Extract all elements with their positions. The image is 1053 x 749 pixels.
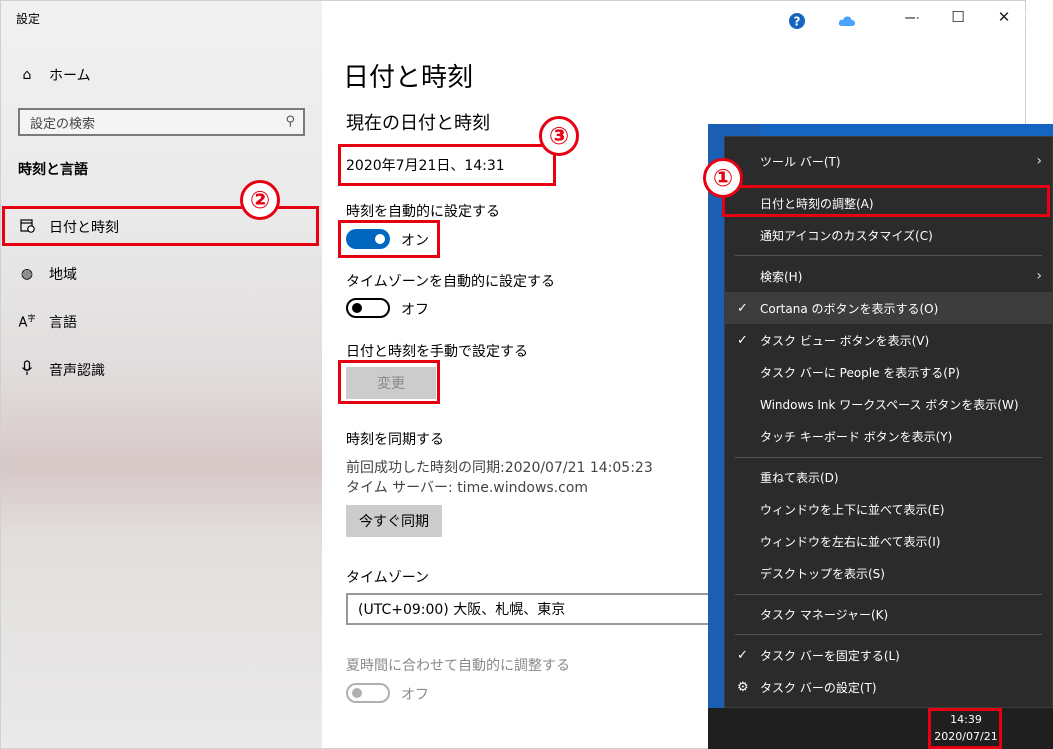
- chevron-right-icon: ›: [1036, 268, 1042, 284]
- menu-item-cortana[interactable]: ✓ Cortana のボタンを表示する(O): [725, 292, 1052, 324]
- auto-tz-toggle[interactable]: [346, 298, 390, 318]
- help-icon[interactable]: ?: [786, 0, 808, 41]
- taskbar-context-menu: ツール バー(T) › 日付と時刻の調整(A) 通知アイコンのカスタマイズ(C) …: [724, 136, 1053, 708]
- highlight-auto-time: [338, 220, 440, 258]
- gear-icon: ⚙: [737, 679, 749, 695]
- timezone-value: (UTC+09:00) 大阪、札幌、東京: [358, 602, 566, 618]
- dst-toggle[interactable]: [346, 683, 390, 703]
- search-placeholder: 設定の検索: [30, 116, 96, 132]
- language-icon: A字: [18, 314, 36, 331]
- chevron-up-icon[interactable]: ⌃: [818, 0, 830, 41]
- sidebar-item-language[interactable]: A字 言語: [1, 302, 322, 342]
- menu-item-task-manager[interactable]: タスク マネージャー(K): [725, 598, 1052, 630]
- section-heading: 時刻と言語: [18, 162, 88, 178]
- menu-item-show-desktop[interactable]: デスクトップを表示(S): [725, 557, 1052, 589]
- annotation-badge-three: ③: [539, 116, 579, 156]
- home-icon: ⌂: [22, 67, 32, 83]
- menu-item-windows-ink[interactable]: Windows Ink ワークスペース ボタンを表示(W): [725, 388, 1052, 420]
- onedrive-icon[interactable]: [838, 0, 856, 41]
- page-title: 日付と時刻: [343, 63, 474, 93]
- dst-state: オフ: [401, 687, 429, 703]
- current-heading: 現在の日付と時刻: [346, 113, 490, 134]
- menu-item-task-view[interactable]: ✓ タスク ビュー ボタンを表示(V): [725, 324, 1052, 356]
- search-input[interactable]: 設定の検索 ⚲: [18, 108, 305, 136]
- menu-item-cascade[interactable]: 重ねて表示(D): [725, 461, 1052, 493]
- svg-text:?: ?: [794, 14, 801, 28]
- volume-muted-icon[interactable]: [886, 0, 902, 41]
- menu-separator: [735, 634, 1042, 635]
- home-label: ホーム: [49, 68, 91, 84]
- check-icon: ✓: [737, 332, 748, 348]
- menu-item-touch-keyboard[interactable]: タッチ キーボード ボタンを表示(Y): [725, 420, 1052, 452]
- ime-indicator[interactable]: A: [912, 0, 924, 41]
- menu-item-lock-taskbar[interactable]: ✓ タスク バーを固定する(L): [725, 639, 1052, 671]
- menu-separator: [735, 594, 1042, 595]
- sidebar-item-label: 言語: [49, 315, 77, 331]
- auto-tz-state: オフ: [401, 302, 429, 318]
- highlight-taskbar-clock: [928, 708, 1002, 749]
- sidebar-item-label: 地域: [49, 267, 77, 283]
- menu-item-taskbar-settings[interactable]: ⚙ タスク バーの設定(T): [725, 671, 1052, 703]
- menu-item-side-by-side[interactable]: ウィンドウを左右に並べて表示(I): [725, 525, 1052, 557]
- auto-tz-label: タイムゾーンを自動的に設定する: [346, 274, 556, 290]
- menu-item-customize-icons[interactable]: 通知アイコンのカスタマイズ(C): [725, 219, 1052, 251]
- auto-time-label: 時刻を自動的に設定する: [346, 204, 500, 220]
- sync-server: タイム サーバー: time.windows.com: [346, 480, 589, 496]
- globe-icon: ◍: [20, 266, 34, 282]
- timezone-select[interactable]: (UTC+09:00) 大阪、札幌、東京: [346, 593, 726, 625]
- check-icon: ✓: [737, 300, 748, 316]
- network-icon[interactable]: [863, 0, 879, 41]
- check-icon: ✓: [737, 647, 748, 663]
- window-title: 設定: [16, 12, 41, 26]
- dst-label: 夏時間に合わせて自動的に調整する: [346, 658, 570, 674]
- sidebar: 設定 ⌂ ホーム 設定の検索 ⚲ 時刻と言語 日付と時刻 ◍ 地域 A字 言語: [1, 1, 322, 748]
- manual-label: 日付と時刻を手動で設定する: [346, 344, 528, 360]
- search-icon: ⚲: [285, 114, 295, 129]
- sync-now-button[interactable]: 今すぐ同期: [346, 505, 442, 537]
- menu-separator: [735, 255, 1042, 256]
- menu-item-search[interactable]: 検索(H) ›: [725, 260, 1052, 292]
- menu-item-toolbar[interactable]: ツール バー(T) ›: [725, 145, 1052, 177]
- chevron-right-icon: ›: [1036, 153, 1042, 169]
- annotation-badge-one: ①: [703, 158, 743, 198]
- annotation-badge-two: ②: [240, 180, 280, 220]
- highlight-change-button: [338, 360, 440, 404]
- highlight-menu-adjust-datetime: [722, 185, 1050, 217]
- sidebar-item-region[interactable]: ◍ 地域: [1, 254, 322, 294]
- timezone-label: タイムゾーン: [346, 570, 430, 586]
- highlight-current-datetime: [338, 144, 556, 186]
- sidebar-home[interactable]: ⌂ ホーム: [1, 55, 322, 95]
- notification-icon[interactable]: [1012, 0, 1028, 41]
- menu-separator: [735, 457, 1042, 458]
- menu-item-people[interactable]: タスク バーに People を表示する(P): [725, 356, 1052, 388]
- sync-heading: 時刻を同期する: [346, 432, 444, 448]
- maximize-button[interactable]: ☐: [935, 1, 981, 33]
- sidebar-item-speech[interactable]: 音声認識: [1, 350, 322, 390]
- sidebar-item-label: 音声認識: [49, 363, 105, 379]
- microphone-icon: [18, 360, 36, 380]
- sync-last: 前回成功した時刻の同期:2020/07/21 14:05:23: [346, 460, 653, 476]
- menu-item-stack[interactable]: ウィンドウを上下に並べて表示(E): [725, 493, 1052, 525]
